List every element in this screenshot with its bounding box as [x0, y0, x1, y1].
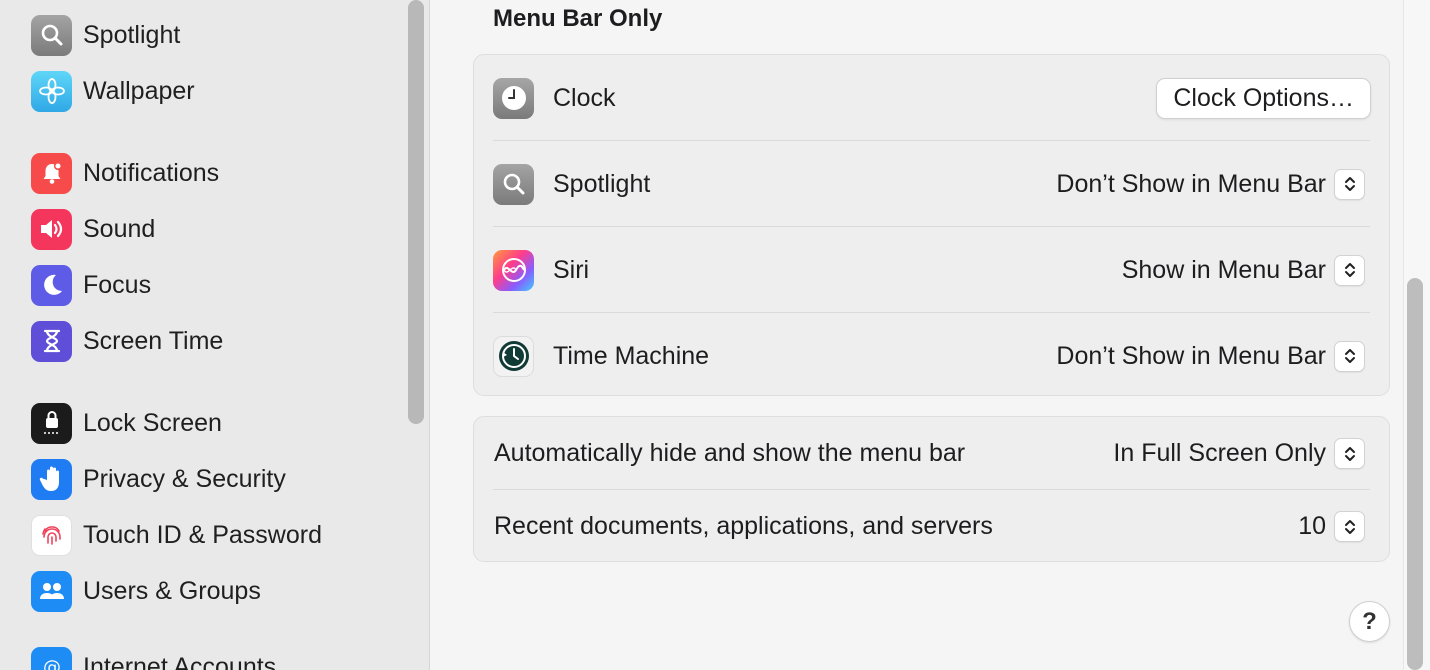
spotlight-icon — [493, 163, 534, 205]
menu-bar-only-card: Clock Clock Options… Spotlight Don’t Sho… — [473, 54, 1390, 396]
popup-value: In Full Screen Only — [1113, 439, 1326, 467]
auto-hide-row: Automatically hide and show the menu bar… — [474, 417, 1389, 490]
internet-accounts-icon: @ — [31, 646, 72, 670]
sidebar-item-label: Internet Accounts — [83, 652, 277, 670]
privacy-icon — [31, 458, 72, 500]
sidebar-item-label: Spotlight — [83, 20, 181, 49]
sidebar-item-label: Users & Groups — [83, 576, 261, 605]
focus-icon — [31, 264, 72, 306]
sidebar-item-label: Privacy & Security — [83, 464, 286, 493]
time-machine-menu-bar-popup[interactable]: Don’t Show in Menu Bar — [1056, 340, 1365, 372]
lock-screen-icon — [31, 402, 72, 444]
clock-options-button[interactable]: Clock Options… — [1156, 77, 1371, 119]
sound-icon — [31, 208, 72, 250]
sidebar-item-screen-time[interactable]: Screen Time — [31, 320, 223, 362]
chevron-up-down-icon — [1334, 511, 1365, 542]
notifications-icon — [31, 152, 72, 194]
touch-id-icon — [31, 514, 72, 556]
menu-bar-settings-card: Automatically hide and show the menu bar… — [473, 416, 1390, 562]
sidebar-item-label: Touch ID & Password — [83, 520, 322, 549]
sidebar-item-label: Lock Screen — [83, 408, 222, 437]
row-label: Time Machine — [553, 341, 710, 370]
menu-bar-row-siri: Siri Show in Menu Bar — [474, 227, 1389, 313]
siri-icon — [493, 249, 534, 291]
main-scrollbar-thumb[interactable] — [1407, 278, 1423, 670]
auto-hide-popup[interactable]: In Full Screen Only — [1113, 438, 1365, 469]
screen-time-icon — [31, 320, 72, 362]
menu-bar-row-clock: Clock Clock Options… — [474, 55, 1389, 141]
popup-value: Show in Menu Bar — [1121, 255, 1326, 284]
svg-text:@: @ — [43, 657, 61, 670]
siri-menu-bar-popup[interactable]: Show in Menu Bar — [1121, 254, 1365, 286]
sidebar: Spotlight Wallpaper Notifications Sound … — [0, 0, 430, 670]
sidebar-item-focus[interactable]: Focus — [31, 264, 151, 306]
chevron-up-down-icon — [1334, 340, 1365, 372]
recent-items-row: Recent documents, applications, and serv… — [474, 490, 1389, 563]
sidebar-item-privacy-security[interactable]: Privacy & Security — [31, 458, 286, 500]
chevron-up-down-icon — [1334, 438, 1365, 469]
section-title: Menu Bar Only — [493, 5, 663, 32]
sidebar-item-label: Wallpaper — [83, 76, 195, 105]
sidebar-item-users-groups[interactable]: Users & Groups — [31, 570, 261, 612]
main-content: Menu Bar Only Clock Clock Options… Spotl… — [431, 0, 1430, 670]
users-groups-icon — [31, 570, 72, 612]
chevron-up-down-icon — [1334, 254, 1365, 286]
recent-items-label: Recent documents, applications, and serv… — [494, 512, 993, 540]
recent-items-popup[interactable]: 10 — [1298, 511, 1365, 542]
spotlight-menu-bar-popup[interactable]: Don’t Show in Menu Bar — [1056, 168, 1365, 200]
sidebar-item-wallpaper[interactable]: Wallpaper — [31, 70, 195, 112]
sidebar-scrollbar[interactable] — [408, 0, 424, 424]
sidebar-item-label: Sound — [83, 214, 156, 243]
sidebar-item-lock-screen[interactable]: Lock Screen — [31, 402, 222, 444]
menu-bar-row-time-machine: Time Machine Don’t Show in Menu Bar — [474, 313, 1389, 399]
sidebar-item-spotlight[interactable]: Spotlight — [31, 14, 180, 56]
time-machine-icon — [493, 335, 534, 377]
row-label: Clock — [553, 83, 616, 112]
auto-hide-label: Automatically hide and show the menu bar — [494, 439, 966, 467]
chevron-up-down-icon — [1334, 168, 1365, 200]
row-label: Siri — [553, 255, 590, 284]
sidebar-item-sound[interactable]: Sound — [31, 208, 155, 250]
wallpaper-icon — [31, 70, 72, 112]
popup-value: Don’t Show in Menu Bar — [1056, 169, 1326, 198]
sidebar-item-touch-id[interactable]: Touch ID & Password — [31, 514, 322, 556]
sidebar-item-label: Notifications — [83, 158, 220, 187]
popup-value: Don’t Show in Menu Bar — [1056, 341, 1326, 370]
clock-icon — [493, 77, 534, 119]
menu-bar-row-spotlight: Spotlight Don’t Show in Menu Bar — [474, 141, 1389, 227]
help-button[interactable]: ? — [1349, 601, 1390, 642]
row-label: Spotlight — [553, 169, 651, 198]
spotlight-icon — [31, 14, 72, 56]
sidebar-item-internet-accounts[interactable]: @ Internet Accounts — [31, 646, 276, 670]
sidebar-item-notifications[interactable]: Notifications — [31, 152, 219, 194]
popup-value: 10 — [1298, 512, 1326, 540]
sidebar-item-label: Focus — [83, 270, 152, 299]
sidebar-item-label: Screen Time — [83, 326, 224, 355]
